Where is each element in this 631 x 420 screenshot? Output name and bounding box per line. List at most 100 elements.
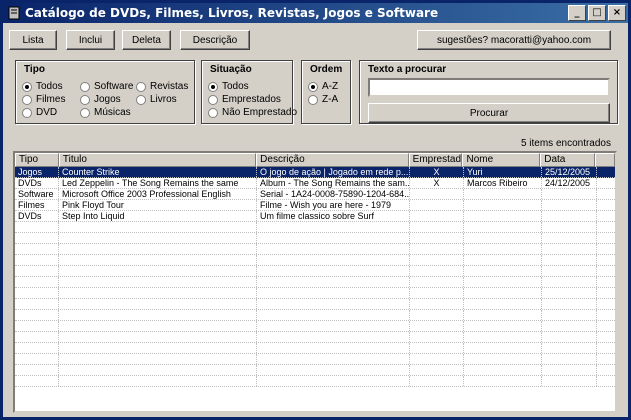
tipo-livros-radio[interactable]: Livros	[136, 94, 177, 105]
table-row[interactable]: DVDs Step Into Liquid Um filme classico …	[15, 211, 615, 222]
column-header-tipo[interactable]: Tipo	[15, 153, 59, 167]
empty-row	[15, 266, 615, 277]
radio-off-icon	[22, 94, 32, 105]
empty-row	[15, 343, 615, 354]
empty-cell	[59, 376, 257, 386]
empty-cell	[410, 277, 464, 287]
catalog-grid[interactable]: Tipo Titulo Descrição Emprestado Nome Da…	[13, 151, 617, 413]
column-header-descricao[interactable]: Descrição	[256, 153, 409, 167]
grid-header: Tipo Titulo Descrição Emprestado Nome Da…	[15, 153, 615, 167]
empty-cell	[15, 277, 59, 287]
empty-cell	[15, 244, 59, 254]
column-header-data[interactable]: Data	[540, 153, 596, 167]
situacao-emprestados-radio[interactable]: Emprestados	[208, 94, 281, 105]
empty-cell	[464, 299, 542, 309]
empty-cell	[542, 321, 597, 331]
empty-cell	[59, 255, 257, 265]
cell-data	[542, 211, 597, 221]
client-area: Lista Inclui Deleta Descrição sugestões?…	[3, 23, 628, 417]
empty-cell	[257, 277, 410, 287]
column-header-nome[interactable]: Nome	[462, 153, 541, 167]
empty-cell	[410, 332, 464, 342]
situacao-nao-emprestado-radio[interactable]: Não Emprestado	[208, 107, 297, 118]
cell-emprestado: X	[410, 167, 464, 177]
ordem-za-radio[interactable]: Z-A	[308, 94, 338, 105]
empty-cell	[59, 233, 257, 243]
empty-cell	[464, 255, 542, 265]
empty-cell	[542, 343, 597, 353]
empty-cell	[15, 365, 59, 375]
minimize-button[interactable]: _	[568, 5, 586, 21]
column-header-titulo[interactable]: Titulo	[58, 153, 257, 167]
tipo-musicas-radio[interactable]: Músicas	[80, 107, 131, 118]
empty-cell	[15, 233, 59, 243]
tipo-filmes-radio[interactable]: Filmes	[22, 94, 65, 105]
search-group: Texto a procurar Procurar	[359, 60, 618, 124]
table-row[interactable]: DVDs Led Zeppelin - The Song Remains the…	[15, 178, 615, 189]
empty-row	[15, 277, 615, 288]
cell-data: 24/12/2005	[542, 178, 597, 188]
empty-cell	[257, 332, 410, 342]
descricao-button[interactable]: Descrição	[180, 30, 250, 50]
empty-cell	[464, 376, 542, 386]
inclui-button[interactable]: Inclui	[66, 30, 115, 50]
table-row[interactable]: Filmes Pink Floyd Tour Filme - Wish you …	[15, 200, 615, 211]
empty-cell	[410, 354, 464, 364]
radio-on-icon	[22, 81, 32, 92]
empty-cell	[15, 321, 59, 331]
empty-cell	[464, 332, 542, 342]
deleta-button[interactable]: Deleta	[122, 30, 171, 50]
empty-cell	[257, 222, 410, 232]
empty-cell	[542, 354, 597, 364]
table-row[interactable]: Software Microsoft Office 2003 Professio…	[15, 189, 615, 200]
close-button[interactable]: ×	[608, 5, 626, 21]
tipo-jogos-radio[interactable]: Jogos	[80, 94, 121, 105]
empty-cell	[257, 321, 410, 331]
column-header-emprestado[interactable]: Emprestado	[408, 153, 463, 167]
cell-tipo: DVDs	[15, 211, 59, 221]
radio-off-icon	[22, 107, 32, 118]
situacao-group: Situação Todos Emprestados Não Emprestad…	[201, 60, 297, 124]
empty-cell	[59, 332, 257, 342]
empty-cell	[542, 255, 597, 265]
empty-cell	[542, 376, 597, 386]
ordem-az-radio[interactable]: A-Z	[308, 81, 338, 92]
empty-cell	[15, 288, 59, 298]
empty-cell	[59, 343, 257, 353]
ordem-group: Ordem A-Z Z-A	[301, 60, 351, 124]
cell-tipo: Filmes	[15, 200, 59, 210]
empty-cell	[410, 343, 464, 353]
cell-titulo: Led Zeppelin - The Song Remains the same	[59, 178, 257, 188]
cell-descricao: Album - The Song Remains the sam...	[257, 178, 410, 188]
empty-cell	[410, 244, 464, 254]
tipo-dvd-radio[interactable]: DVD	[22, 107, 57, 118]
lista-button[interactable]: Lista	[9, 30, 57, 50]
procurar-button[interactable]: Procurar	[368, 103, 610, 123]
cell-nome	[464, 189, 542, 199]
tipo-software-radio[interactable]: Software	[80, 81, 133, 92]
empty-cell	[410, 310, 464, 320]
cell-emprestado	[410, 200, 464, 210]
table-row[interactable]: Jogos Counter Strike O jogo de ação | Jo…	[15, 167, 615, 178]
empty-cell	[410, 266, 464, 276]
empty-row	[15, 244, 615, 255]
title-bar[interactable]: Catálogo de DVDs, Filmes, Livros, Revist…	[3, 3, 628, 23]
situacao-todos-radio[interactable]: Todos	[208, 81, 249, 92]
empty-cell	[15, 310, 59, 320]
empty-cell	[257, 233, 410, 243]
empty-cell	[59, 222, 257, 232]
search-input[interactable]	[368, 78, 610, 97]
cell-titulo: Pink Floyd Tour	[59, 200, 257, 210]
cell-data	[542, 200, 597, 210]
sugestoes-button[interactable]: sugestões? macoratti@yahoo.com	[417, 30, 611, 50]
cell-titulo: Counter Strike	[59, 167, 257, 177]
tipo-revistas-radio[interactable]: Revistas	[136, 81, 188, 92]
empty-row	[15, 321, 615, 332]
empty-cell	[542, 288, 597, 298]
empty-cell	[410, 376, 464, 386]
maximize-button[interactable]: □	[588, 5, 606, 21]
empty-cell	[15, 266, 59, 276]
empty-cell	[542, 244, 597, 254]
empty-row	[15, 255, 615, 266]
tipo-todos-radio[interactable]: Todos	[22, 81, 63, 92]
